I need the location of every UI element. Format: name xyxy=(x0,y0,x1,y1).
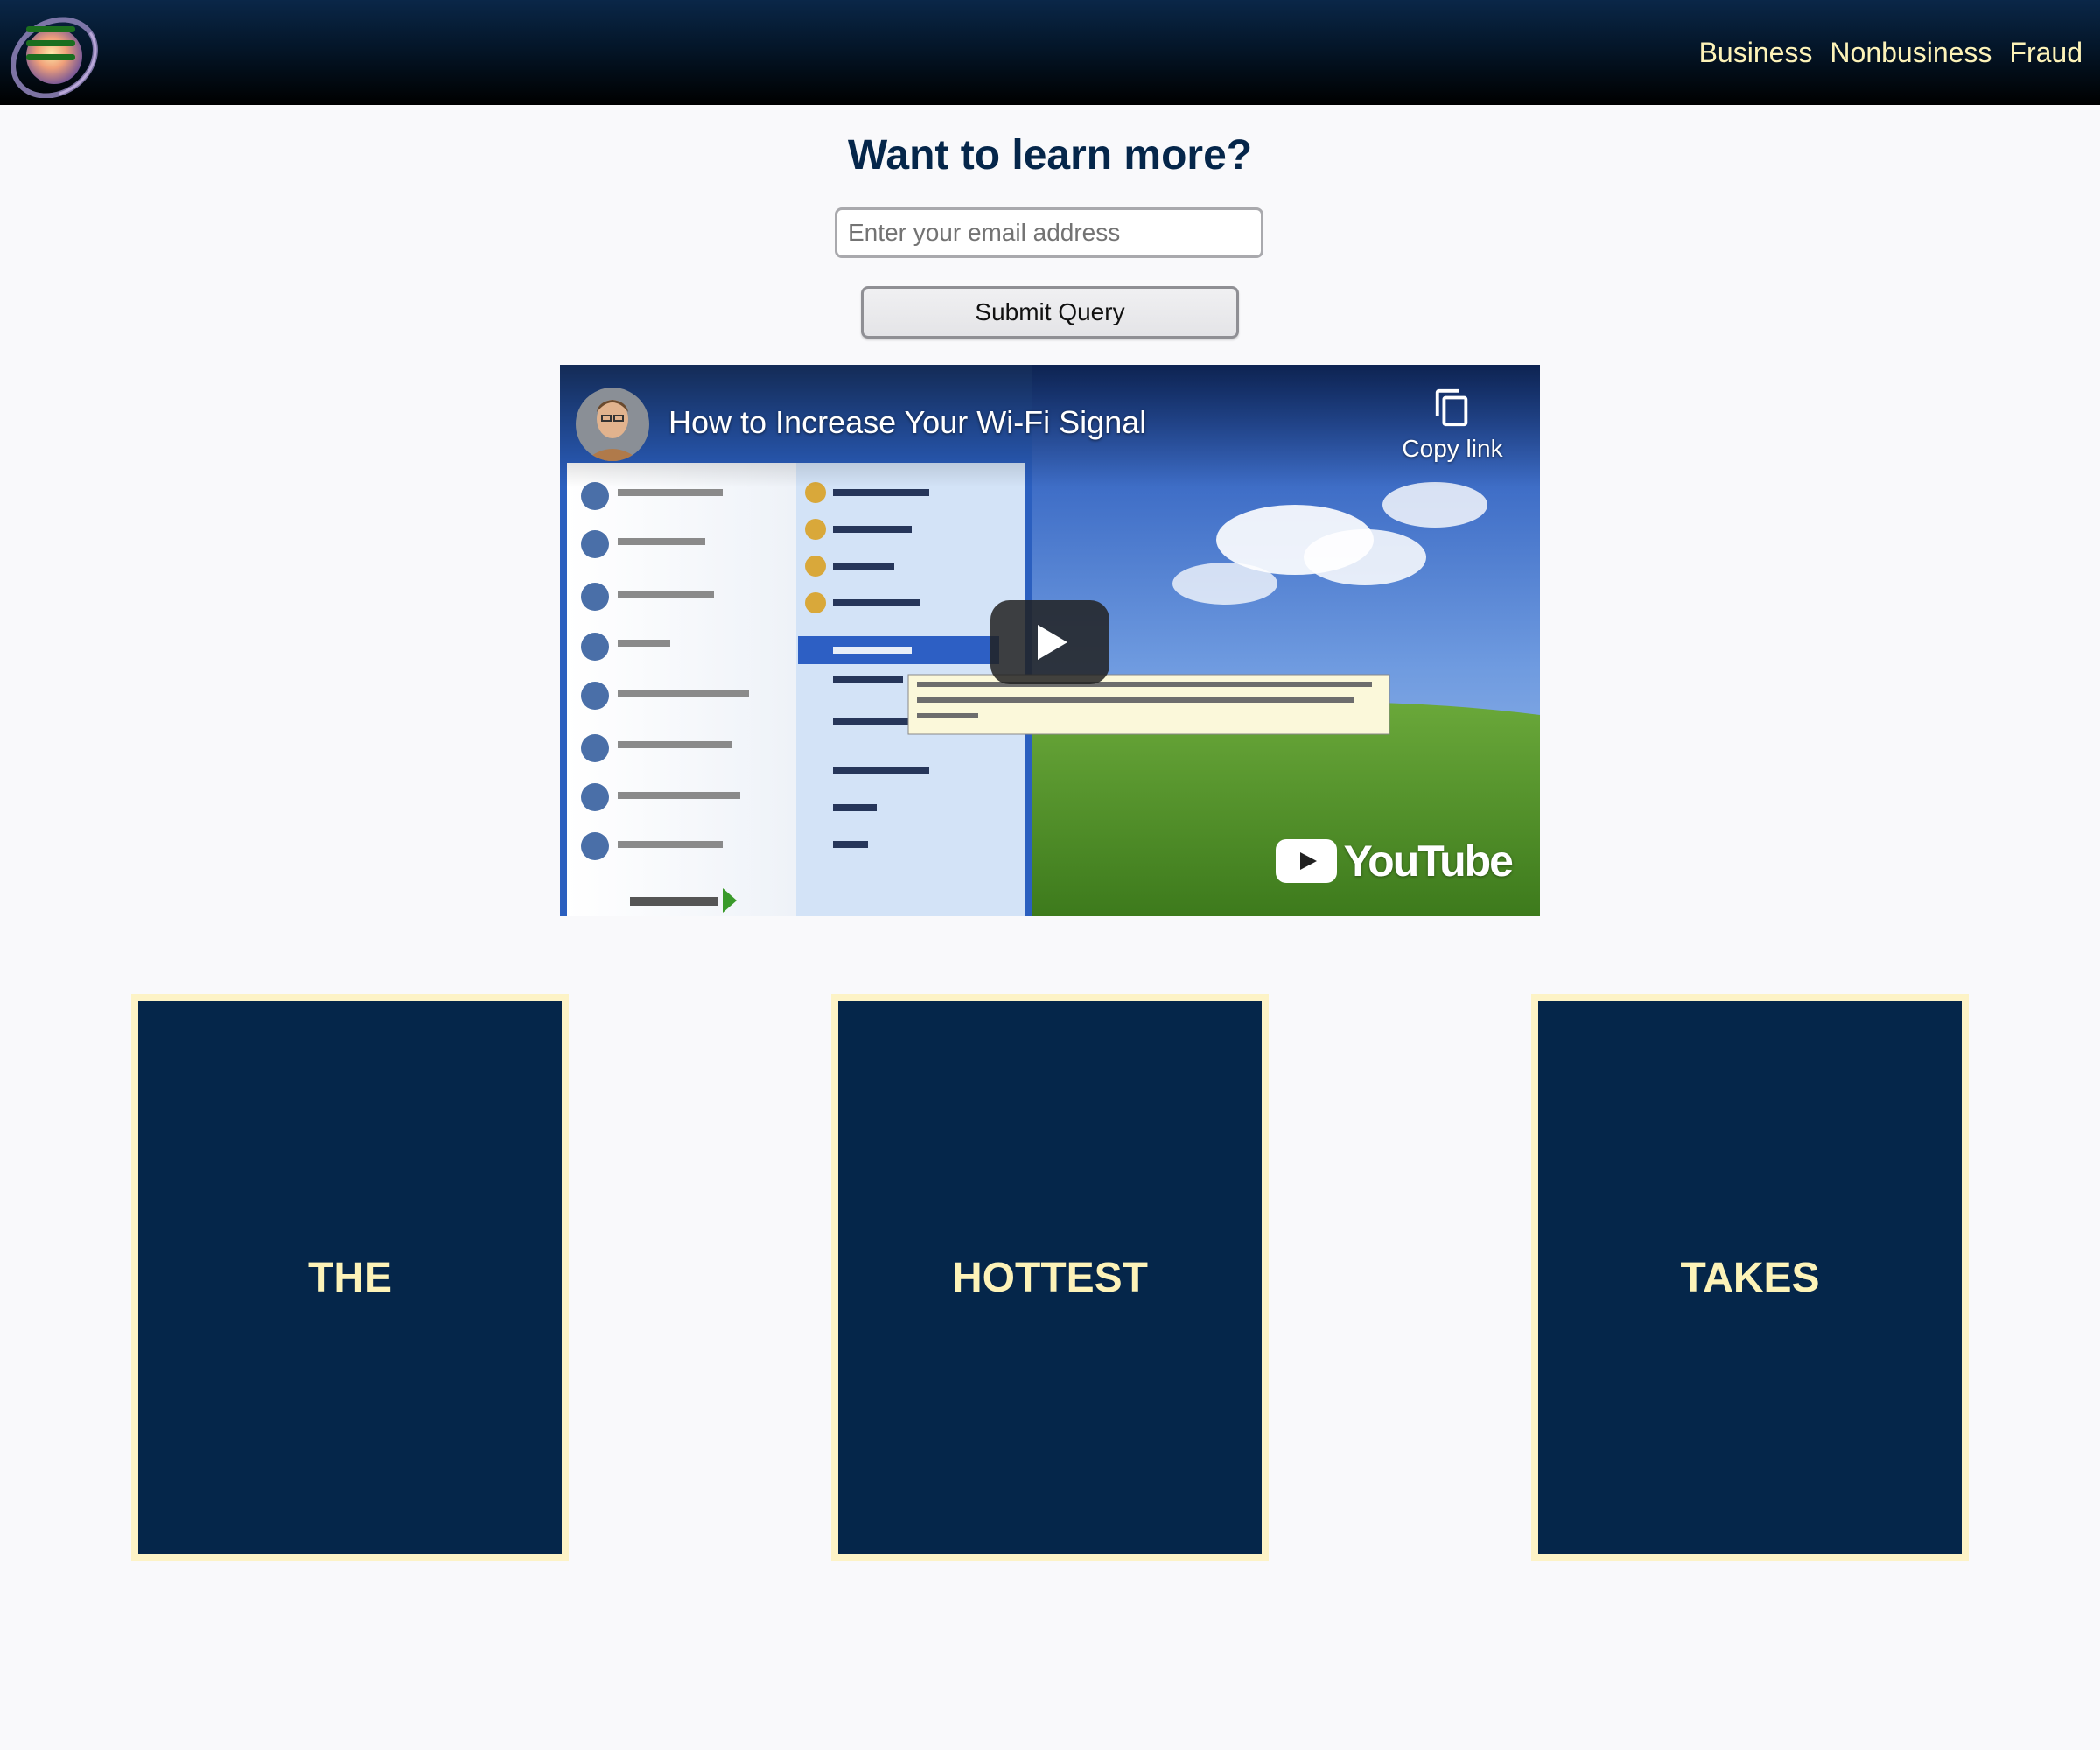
card-label: HOTTEST xyxy=(952,1254,1148,1301)
site-header: Business Nonbusiness Fraud xyxy=(0,0,2100,105)
nav-fraud-link[interactable]: Fraud xyxy=(2009,33,2082,72)
copy-icon xyxy=(1435,388,1468,427)
card-the[interactable]: THE xyxy=(131,994,569,1561)
main-nav: Business Nonbusiness Fraud xyxy=(1699,33,2082,72)
youtube-wordmark: YouTube xyxy=(1343,836,1514,886)
video-title-link[interactable]: How to Increase Your Wi-Fi Signal xyxy=(668,402,1146,444)
card-takes[interactable]: TAKES xyxy=(1531,994,1969,1561)
play-button[interactable] xyxy=(990,600,1110,684)
youtube-logo-icon xyxy=(1275,839,1337,883)
youtube-video-embed[interactable]: How to Increase Your Wi-Fi Signal Copy l… xyxy=(560,365,1540,916)
planet-menu-icon[interactable] xyxy=(7,7,98,99)
nav-nonbusiness-link[interactable]: Nonbusiness xyxy=(1830,33,1992,72)
card-label: TAKES xyxy=(1680,1254,1820,1301)
channel-avatar[interactable] xyxy=(576,388,649,461)
nav-business-link[interactable]: Business xyxy=(1699,33,1813,72)
card-label: THE xyxy=(308,1254,392,1301)
signup-heading: Want to learn more? xyxy=(847,132,1253,178)
copy-link-label: Copy link xyxy=(1402,435,1503,462)
play-icon xyxy=(990,600,1110,684)
submit-query-button[interactable]: Submit Query xyxy=(861,286,1239,339)
card-hottest[interactable]: HOTTEST xyxy=(831,994,1269,1561)
email-input[interactable] xyxy=(835,207,1264,258)
youtube-logo-link[interactable]: YouTube xyxy=(1275,836,1514,886)
copy-link-button[interactable]: Copy link xyxy=(1400,388,1505,475)
